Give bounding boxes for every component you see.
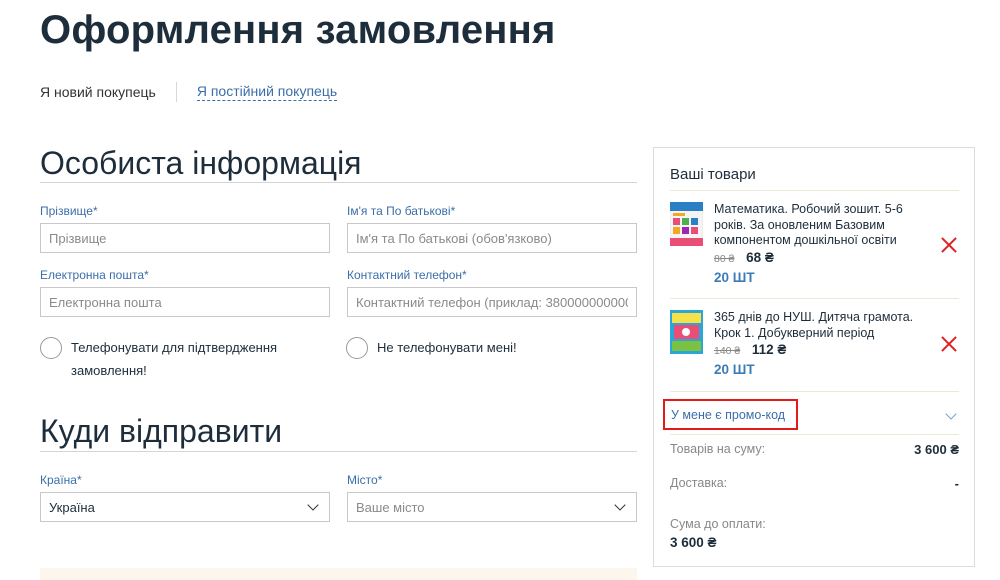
divider — [670, 298, 959, 299]
name-field-group: Ім'я та По батькові* — [347, 204, 637, 253]
phone-field-group: Контактний телефон* — [347, 268, 637, 317]
email-field-group: Електронна пошта* — [40, 268, 330, 317]
city-label: Місто* — [347, 473, 383, 487]
cart-item-prices: 140 ₴ 112 ₴ — [714, 342, 786, 357]
cart-item-qty[interactable]: 20 ШТ — [714, 362, 755, 377]
call-confirm-label-line2: замовлення! — [71, 363, 147, 378]
total-value: 3 600 ₴ — [670, 535, 717, 550]
divider — [670, 190, 959, 191]
call-confirm-label-line1: Телефонувати для підтвердження — [71, 340, 278, 355]
chevron-down-icon[interactable] — [945, 408, 957, 420]
delivery-value: - — [954, 476, 959, 491]
cart-item-price: 68 ₴ — [746, 250, 774, 265]
email-label: Електронна пошта* — [40, 268, 149, 282]
subtotal-value: 3 600 ₴ — [914, 442, 959, 457]
no-call-radio[interactable]: Не телефонувати мені! — [346, 336, 517, 359]
cart-item-qty[interactable]: 20 ШТ — [714, 270, 755, 285]
cart-item: Математика. Робочий зошит. 5-6 років. За… — [670, 202, 959, 292]
cart-item: 365 днів до НУШ. Дитяча грамота. Крок 1.… — [670, 310, 959, 390]
divider — [40, 182, 637, 183]
subtotal-label: Товарів на суму: — [670, 442, 766, 456]
close-icon[interactable] — [940, 236, 958, 254]
call-confirm-label: Телефонувати для підтвердження замовленн… — [71, 336, 277, 382]
radio-circle[interactable] — [40, 337, 62, 359]
customer-type-switch: Я новий покупець Я постійний покупець — [40, 82, 338, 102]
delivery-row: Доставка: - — [670, 476, 959, 491]
close-icon[interactable] — [940, 335, 958, 353]
book-cover-image[interactable] — [670, 310, 703, 354]
country-label: Країна* — [40, 473, 82, 487]
cart-item-prices: 80 ₴ 68 ₴ — [714, 250, 774, 265]
country-select[interactable]: Україна — [40, 492, 330, 522]
new-customer-option[interactable]: Я новий покупець — [40, 84, 156, 100]
subtotal-row: Товарів на суму: 3 600 ₴ — [670, 442, 959, 457]
name-label: Ім'я та По батькові* — [347, 204, 456, 218]
page-title: Оформлення замовлення — [40, 8, 556, 52]
delivery-label: Доставка: — [670, 476, 728, 490]
divider — [40, 451, 637, 452]
surname-input[interactable] — [40, 223, 330, 253]
book-cover-image[interactable] — [670, 202, 703, 246]
email-input[interactable] — [40, 287, 330, 317]
returning-customer-link[interactable]: Я постійний покупець — [196, 83, 338, 101]
city-field-group: Місто* Ваше місто — [347, 473, 637, 522]
phone-input[interactable] — [347, 287, 637, 317]
name-input[interactable] — [347, 223, 637, 253]
cart-title: Ваші товари — [670, 166, 756, 183]
cart-panel: Ваші товари Математика. Робочий зошит. 5… — [653, 147, 975, 567]
no-call-label: Не телефонувати мені! — [377, 340, 517, 355]
country-value: Україна — [49, 499, 95, 515]
cart-item-name[interactable]: Математика. Робочий зошит. 5-6 років. За… — [714, 202, 929, 249]
divider — [175, 82, 177, 102]
divider — [670, 391, 959, 392]
chevron-down-icon — [614, 499, 626, 511]
promo-code-toggle[interactable]: У мене є промо-код — [663, 399, 798, 430]
chevron-down-icon — [307, 499, 319, 511]
surname-label: Прізвище* — [40, 204, 98, 218]
phone-label: Контактний телефон* — [347, 268, 467, 282]
radio-circle[interactable] — [346, 337, 368, 359]
notice-strip — [40, 568, 637, 580]
country-field-group: Країна* Україна — [40, 473, 330, 522]
cart-item-name[interactable]: 365 днів до НУШ. Дитяча грамота. Крок 1.… — [714, 310, 929, 341]
cart-item-price: 112 ₴ — [751, 342, 787, 357]
cart-item-old-price: 80 ₴ — [714, 253, 735, 265]
city-placeholder: Ваше місто — [356, 499, 425, 515]
personal-info-title: Особиста інформація — [40, 145, 362, 181]
cart-item-old-price: 140 ₴ — [714, 345, 741, 357]
shipping-title: Куди відправити — [40, 413, 283, 449]
call-confirm-radio[interactable]: Телефонувати для підтвердження замовленн… — [40, 336, 277, 382]
divider — [670, 434, 959, 435]
total-label: Сума до оплати: — [670, 517, 766, 531]
city-select[interactable]: Ваше місто — [347, 492, 637, 522]
surname-field-group: Прізвище* — [40, 204, 330, 253]
